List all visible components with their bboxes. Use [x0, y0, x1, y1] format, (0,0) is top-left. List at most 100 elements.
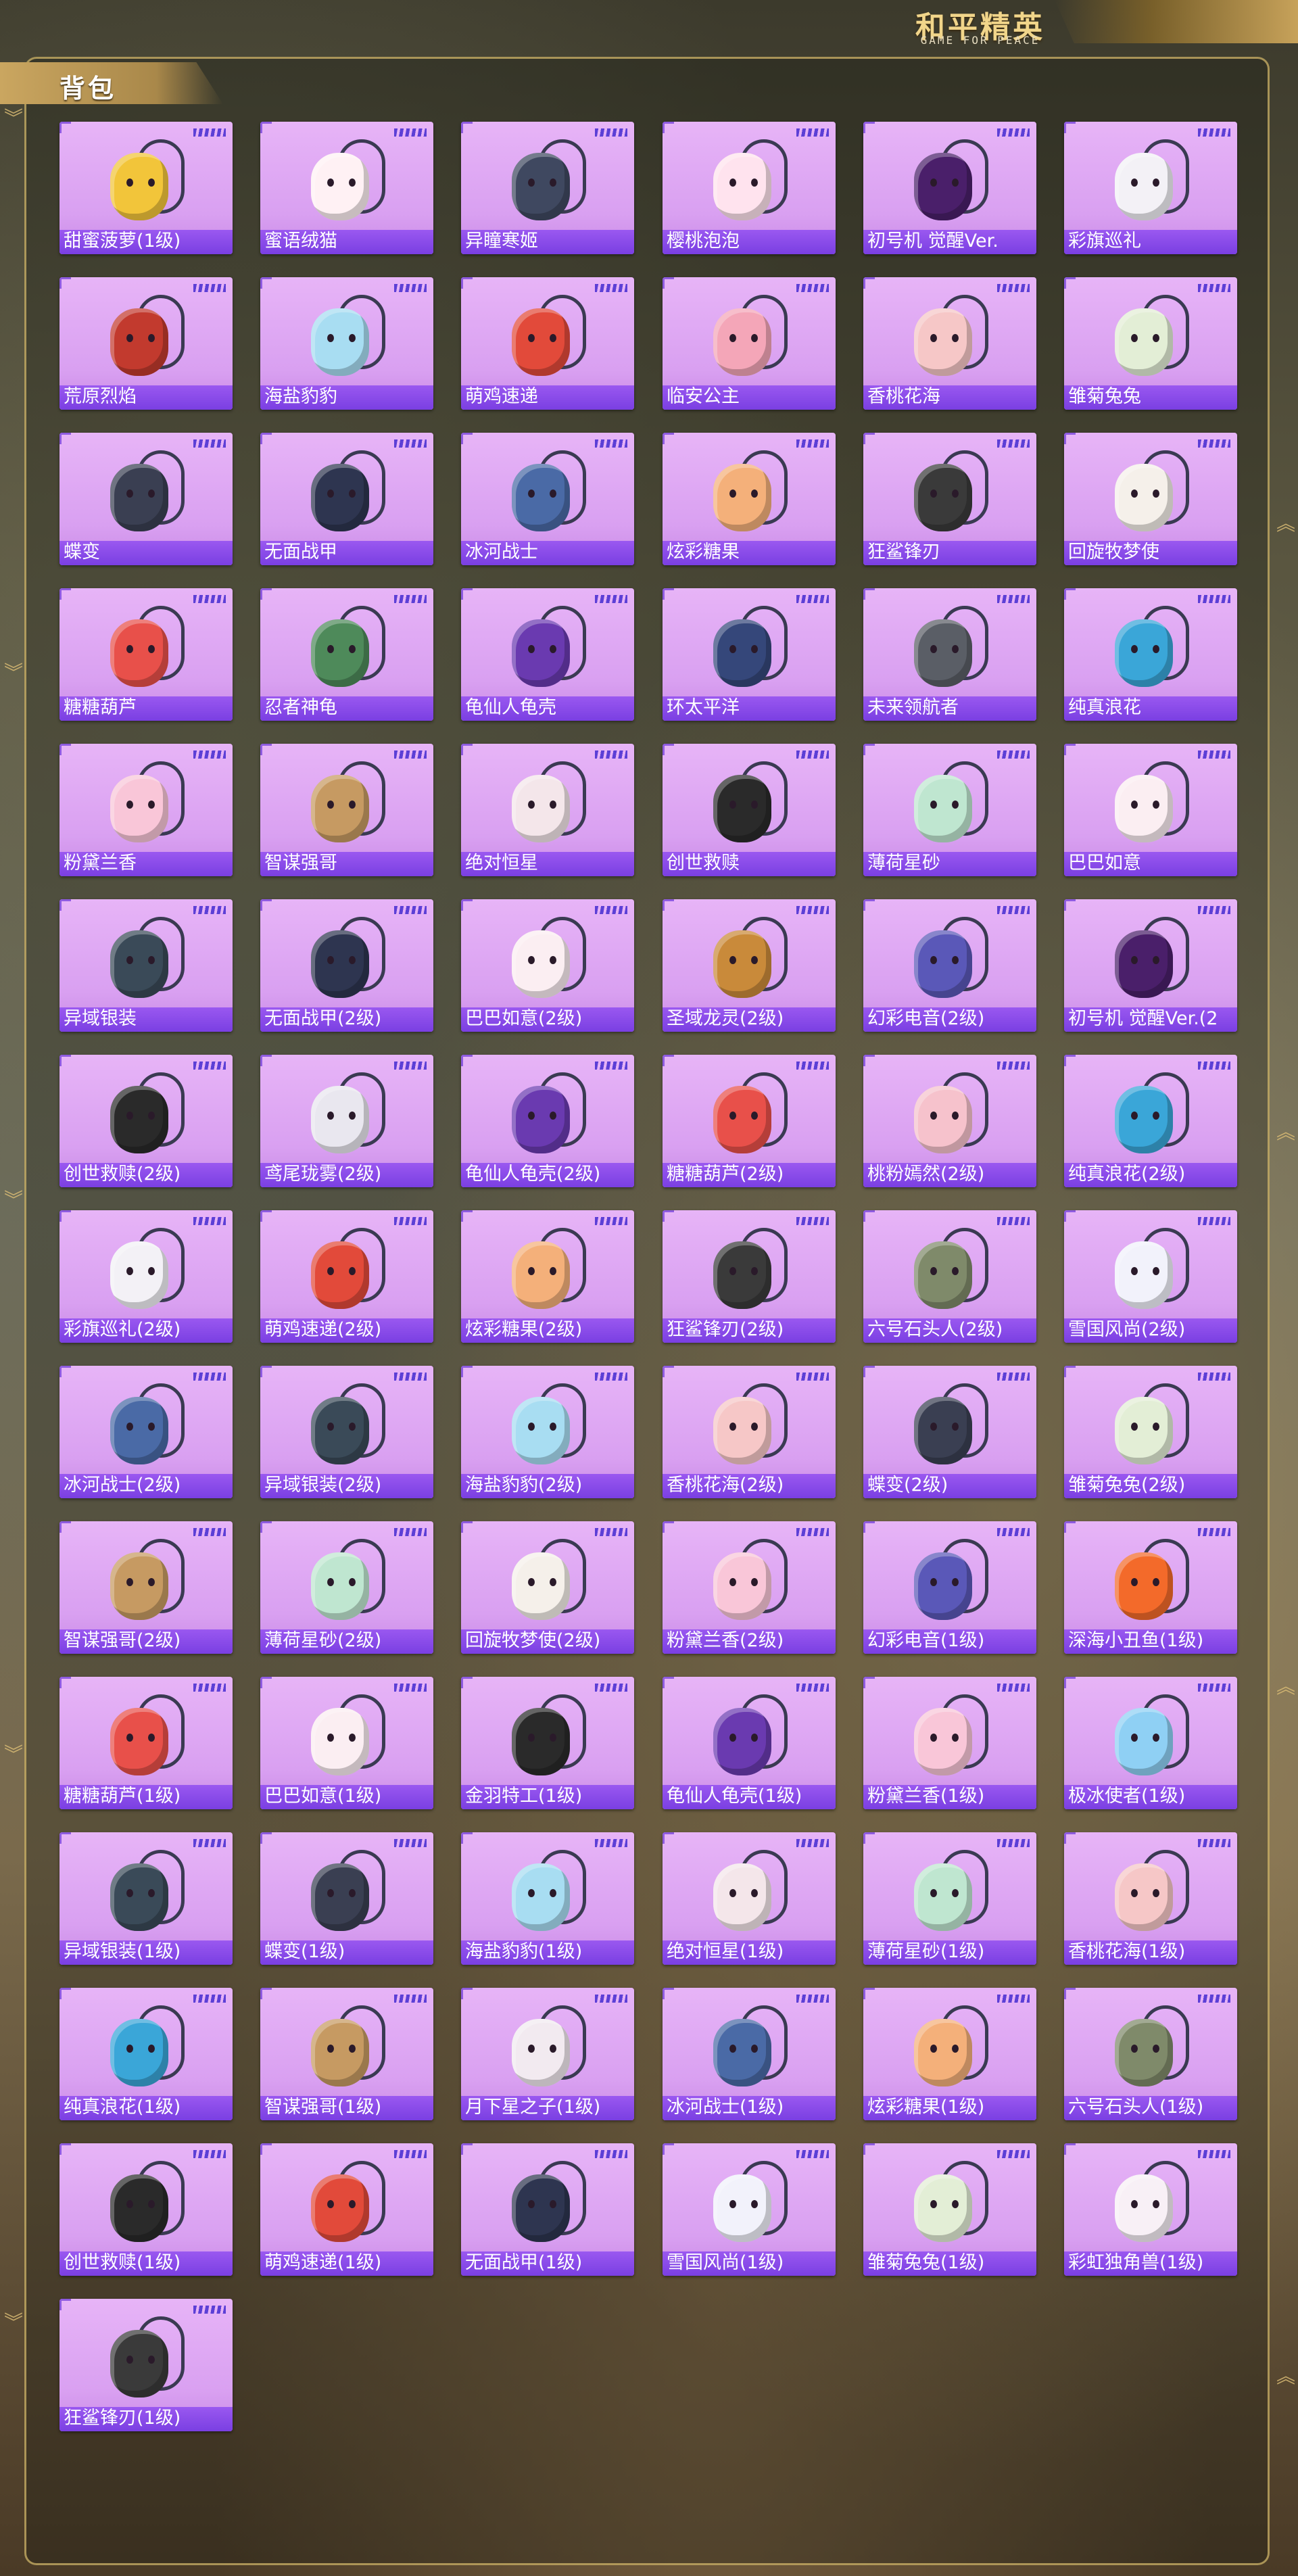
backpack-item[interactable]: 金羽特工(1级) — [461, 1677, 634, 1809]
backpack-item[interactable]: 荒原烈焰 — [59, 277, 233, 410]
backpack-item[interactable]: 蝶变(2级) — [863, 1366, 1036, 1498]
backpack-item[interactable]: 炫彩糖果(2级) — [461, 1210, 634, 1343]
backpack-item[interactable]: 狂鲨锋刃(1级) — [59, 2299, 233, 2431]
backpack-item[interactable]: 异域银装(1级) — [59, 1832, 233, 1965]
backpack-item[interactable]: 海盐豹豹(2级) — [461, 1366, 634, 1498]
backpack-item[interactable]: 薄荷星砂(2级) — [260, 1521, 433, 1654]
backpack-item[interactable]: 粉黛兰香(2级) — [663, 1521, 836, 1654]
backpack-item[interactable]: 冰河战士 — [461, 433, 634, 565]
backpack-item[interactable]: 雏菊兔兔(2级) — [1064, 1366, 1237, 1498]
backpack-item[interactable]: 未来领航者 — [863, 588, 1036, 721]
backpack-item[interactable]: 冰河战士(1级) — [663, 1988, 836, 2120]
backpack-icon — [698, 2150, 800, 2250]
backpack-item[interactable]: 回旋牧梦使(2级) — [461, 1521, 634, 1654]
backpack-item[interactable]: 鸢尾珑雾(2级) — [260, 1055, 433, 1187]
backpack-item[interactable]: 无面战甲(1级) — [461, 2143, 634, 2276]
backpack-item[interactable]: 彩虹独角兽(1级) — [1064, 2143, 1237, 2276]
backpack-item[interactable]: 海盐豹豹(1级) — [461, 1832, 634, 1965]
eye-icon — [952, 1267, 959, 1275]
backpack-item[interactable]: 巴巴如意(1级) — [260, 1677, 433, 1809]
backpack-item[interactable]: 异域银装 — [59, 899, 233, 1032]
backpack-item[interactable]: 雏菊兔兔(1级) — [863, 2143, 1036, 2276]
eye-icon — [148, 645, 155, 653]
backpack-item[interactable]: 六号石头人(2级) — [863, 1210, 1036, 1343]
backpack-item[interactable]: 薄荷星砂(1级) — [863, 1832, 1036, 1965]
backpack-item[interactable]: 幻彩电音(2级) — [863, 899, 1036, 1032]
backpack-item[interactable]: 狂鲨锋刃(2级) — [663, 1210, 836, 1343]
backpack-item[interactable]: 蝶变(1级) — [260, 1832, 433, 1965]
backpack-item[interactable]: 糖糖葫芦(1级) — [59, 1677, 233, 1809]
backpack-item[interactable]: 蝶变 — [59, 433, 233, 565]
backpack-item[interactable]: 无面战甲(2级) — [260, 899, 433, 1032]
backpack-item[interactable]: 糖糖葫芦 — [59, 588, 233, 721]
item-name: 异瞳寒姬 — [465, 231, 538, 252]
backpack-item[interactable]: 异瞳寒姬 — [461, 122, 634, 254]
backpack-item[interactable]: 纯真浪花(2级) — [1064, 1055, 1237, 1187]
backpack-item[interactable]: 圣域龙灵(2级) — [663, 899, 836, 1032]
backpack-item[interactable]: 月下星之子(1级) — [461, 1988, 634, 2120]
card-corner — [1064, 1988, 1076, 1999]
backpack-item[interactable]: 深海小丑鱼(1级) — [1064, 1521, 1237, 1654]
backpack-item[interactable]: 香桃花海(2级) — [663, 1366, 836, 1498]
backpack-item[interactable]: 创世救赎(2级) — [59, 1055, 233, 1187]
backpack-item[interactable]: 彩旗巡礼 — [1064, 122, 1237, 254]
backpack-item[interactable]: 粉黛兰香(1级) — [863, 1677, 1036, 1809]
card-corner — [59, 433, 71, 444]
backpack-item[interactable]: 炫彩糖果(1级) — [863, 1988, 1036, 2120]
backpack-item[interactable]: 香桃花海(1级) — [1064, 1832, 1237, 1965]
backpack-item[interactable]: 狂鲨锋刃 — [863, 433, 1036, 565]
backpack-item[interactable]: 糖糖葫芦(2级) — [663, 1055, 836, 1187]
backpack-item[interactable]: 萌鸡速递 — [461, 277, 634, 410]
backpack-item[interactable]: 创世救赎 — [663, 744, 836, 876]
backpack-item[interactable]: 樱桃泡泡 — [663, 122, 836, 254]
backpack-item[interactable]: 六号石头人(1级) — [1064, 1988, 1237, 2120]
backpack-item[interactable]: 香桃花海 — [863, 277, 1036, 410]
backpack-item[interactable]: 雪国风尚(1级) — [663, 2143, 836, 2276]
backpack-item[interactable]: 智谋强哥(1级) — [260, 1988, 433, 2120]
backpack-icon — [698, 595, 800, 695]
card-corner — [461, 1210, 473, 1222]
backpack-icon — [1100, 1062, 1201, 1162]
backpack-item[interactable]: 创世救赎(1级) — [59, 2143, 233, 2276]
card-corner — [1064, 1055, 1076, 1066]
backpack-item[interactable]: 薄荷星砂 — [863, 744, 1036, 876]
backpack-item[interactable]: 初号机 觉醒Ver.(2 — [1064, 899, 1237, 1032]
backpack-item[interactable]: 智谋强哥 — [260, 744, 433, 876]
backpack-item[interactable]: 萌鸡速递(1级) — [260, 2143, 433, 2276]
backpack-item[interactable]: 彩旗巡礼(2级) — [59, 1210, 233, 1343]
backpack-item[interactable]: 临安公主 — [663, 277, 836, 410]
backpack-item[interactable]: 纯真浪花 — [1064, 588, 1237, 721]
card-corner — [863, 1366, 875, 1377]
backpack-item[interactable]: 幻彩电音(1级) — [863, 1521, 1036, 1654]
backpack-item[interactable]: 极冰使者(1级) — [1064, 1677, 1237, 1809]
backpack-item[interactable]: 绝对恒星 — [461, 744, 634, 876]
backpack-item[interactable]: 异域银装(2级) — [260, 1366, 433, 1498]
backpack-item[interactable]: 甜蜜菠萝(1级) — [59, 122, 233, 254]
backpack-item[interactable]: 无面战甲 — [260, 433, 433, 565]
backpack-item[interactable]: 忍者神龟 — [260, 588, 433, 721]
backpack-body — [1115, 775, 1173, 842]
backpack-item[interactable]: 初号机 觉醒Ver. — [863, 122, 1036, 254]
backpack-item[interactable]: 纯真浪花(1级) — [59, 1988, 233, 2120]
backpack-item[interactable]: 炫彩糖果 — [663, 433, 836, 565]
backpack-item[interactable]: 雏菊兔兔 — [1064, 277, 1237, 410]
backpack-item[interactable]: 蜜语绒猫 — [260, 122, 433, 254]
backpack-item[interactable]: 回旋牧梦使 — [1064, 433, 1237, 565]
backpack-item[interactable]: 海盐豹豹 — [260, 277, 433, 410]
backpack-item[interactable]: 绝对恒星(1级) — [663, 1832, 836, 1965]
backpack-item[interactable]: 龟仙人龟壳(2级) — [461, 1055, 634, 1187]
backpack-item[interactable]: 龟仙人龟壳 — [461, 588, 634, 721]
backpack-item[interactable]: 巴巴如意 — [1064, 744, 1237, 876]
backpack-item[interactable]: 巴巴如意(2级) — [461, 899, 634, 1032]
rarity-stripes — [1198, 1528, 1230, 1536]
backpack-body — [512, 1863, 570, 1931]
backpack-item[interactable]: 萌鸡速递(2级) — [260, 1210, 433, 1343]
backpack-item[interactable]: 桃粉嫣然(2级) — [863, 1055, 1036, 1187]
backpack-item[interactable]: 雪国风尚(2级) — [1064, 1210, 1237, 1343]
backpack-item[interactable]: 智谋强哥(2级) — [59, 1521, 233, 1654]
backpack-item[interactable]: 粉黛兰香 — [59, 744, 233, 876]
backpack-item[interactable]: 冰河战士(2级) — [59, 1366, 233, 1498]
backpack-item[interactable]: 龟仙人龟壳(1级) — [663, 1677, 836, 1809]
backpack-item[interactable]: 环太平洋 — [663, 588, 836, 721]
backpack-body — [512, 1397, 570, 1464]
